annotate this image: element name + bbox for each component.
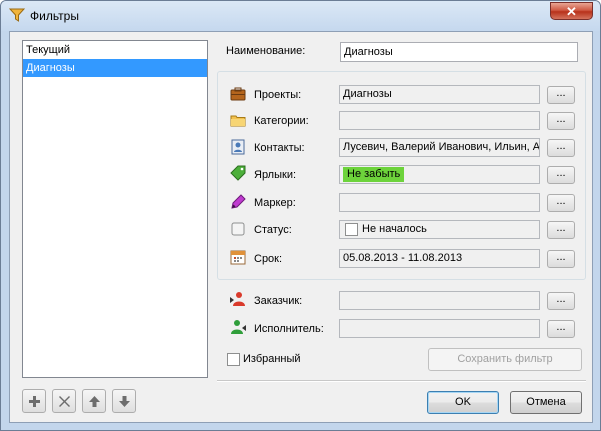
window-title: Фильтры [30,9,79,23]
due-label: Срок: [254,253,283,265]
briefcase-icon [230,87,246,101]
tags-browse-button[interactable]: ... [547,166,575,184]
save-filter-button[interactable]: Сохранить фильтр [428,348,582,371]
projects-browse-button[interactable]: ... [547,86,575,104]
footer-divider [217,380,586,382]
tags-field[interactable]: Не забыть [339,165,540,184]
marker-field[interactable] [339,193,540,212]
marker-browse-button[interactable]: ... [547,194,575,212]
status-value: Не началось [362,223,427,235]
favorite-label: Избранный [243,353,301,365]
categories-label: Категории: [254,115,309,127]
ok-button[interactable]: OK [427,391,499,414]
funnel-icon [9,8,25,22]
contacts-field[interactable]: Лусевич, Валерий Иванович, Ильин, Ан [339,138,540,157]
due-field[interactable]: 05.08.2013 - 11.08.2013 [339,249,540,268]
customer-person-icon [230,292,245,306]
executor-field[interactable] [339,319,540,338]
filters-dialog: Фильтры ✕ Текущий Диагнозы Наименование:… [0,0,601,431]
arrow-down-icon [119,396,130,407]
move-down-button[interactable] [112,389,136,413]
marker-label: Маркер: [254,197,296,209]
projects-label: Проекты: [254,89,302,101]
contact-card-icon [231,139,245,155]
status-field[interactable]: Не началось [339,220,540,239]
tag-chip: Не забыть [343,167,405,182]
categories-field[interactable] [339,111,540,130]
executor-browse-button[interactable]: ... [547,320,575,338]
arrow-up-icon [89,396,100,407]
customer-label: Заказчик: [254,295,303,307]
list-item[interactable]: Текущий [23,41,207,59]
status-browse-button[interactable]: ... [547,221,575,239]
executor-label: Исполнитель: [254,323,324,335]
customer-browse-button[interactable]: ... [547,292,575,310]
delete-x-icon [59,396,70,407]
close-icon: ✕ [566,4,577,19]
folder-icon [230,115,246,127]
favorite-checkbox[interactable] [227,353,240,366]
status-checkbox[interactable] [345,223,358,236]
categories-browse-button[interactable]: ... [547,112,575,130]
list-item[interactable]: Диагнозы [23,59,207,77]
projects-field[interactable]: Диагнозы [339,85,540,104]
calendar-icon [230,250,246,265]
delete-filter-button[interactable] [52,389,76,413]
move-up-button[interactable] [82,389,106,413]
name-input[interactable]: Диагнозы [340,42,578,62]
name-label: Наименование: [226,45,306,57]
close-button[interactable]: ✕ [550,2,593,20]
dialog-client-area: Текущий Диагнозы Наименование: Диагнозы … [9,31,593,423]
executor-person-icon [231,320,246,334]
tags-label: Ярлыки: [254,169,297,181]
title-bar[interactable]: Фильтры ✕ [1,1,600,31]
marker-icon [231,194,246,209]
tag-icon [230,165,246,181]
add-filter-button[interactable] [22,389,46,413]
plus-icon [29,396,40,407]
status-checkbox-icon [231,222,245,236]
contacts-browse-button[interactable]: ... [547,139,575,157]
customer-field[interactable] [339,291,540,310]
status-label: Статус: [254,224,292,236]
cancel-button[interactable]: Отмена [510,391,582,414]
contacts-label: Контакты: [254,142,305,154]
due-browse-button[interactable]: ... [547,250,575,268]
filters-list[interactable]: Текущий Диагнозы [22,40,208,378]
